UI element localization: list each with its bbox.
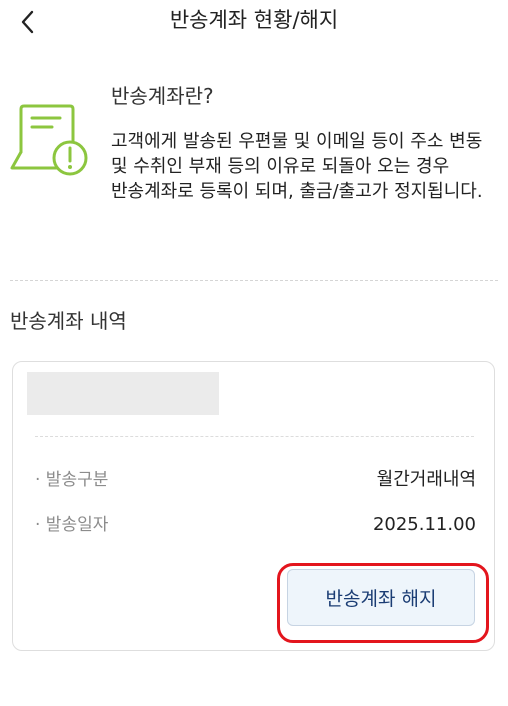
send-date-label: · 발송일자 bbox=[35, 515, 109, 535]
header-bar: 반송계좌 현황/해지 bbox=[0, 0, 508, 44]
section-divider bbox=[10, 280, 498, 281]
info-description: 고객에게 발송된 우편물 및 이메일 등이 주소 변동 및 수취인 부재 등의 … bbox=[111, 131, 483, 202]
monitor-alert-icon bbox=[10, 104, 88, 176]
account-number-placeholder bbox=[27, 372, 219, 415]
card-divider bbox=[35, 436, 474, 437]
send-type-label: · 발송구분 bbox=[35, 470, 109, 490]
send-date-value: 2025.11.00 bbox=[372, 514, 476, 535]
page-title: 반송계좌 현황/해지 bbox=[169, 8, 339, 32]
send-type-value: 월간거래내역 bbox=[376, 469, 476, 490]
info-heading: 반송계좌란? bbox=[111, 84, 214, 108]
highlight-outline bbox=[277, 563, 489, 643]
section-title: 반송계좌 내역 bbox=[10, 309, 127, 333]
